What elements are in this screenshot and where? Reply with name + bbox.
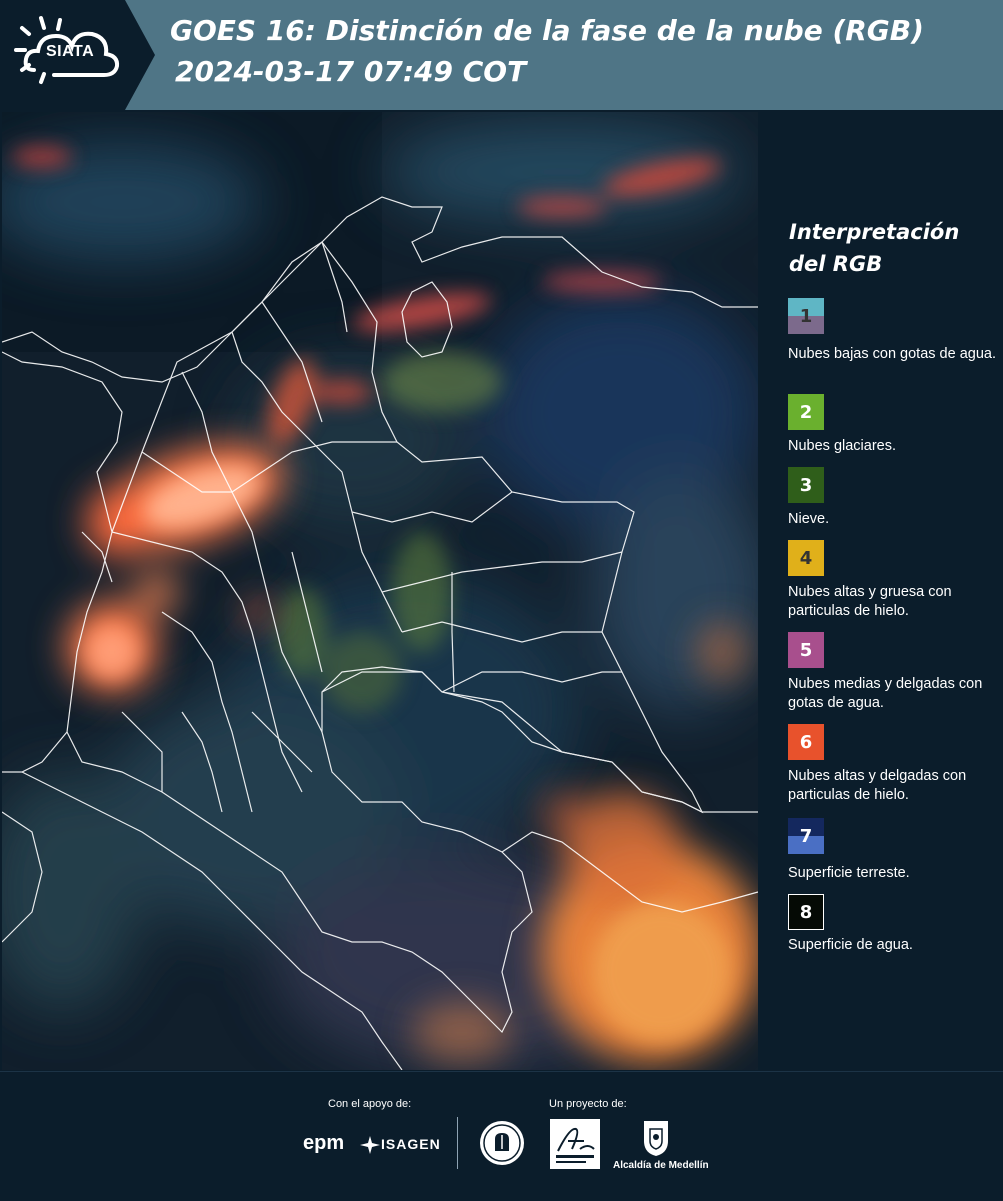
legend-swatch-3: 3 xyxy=(788,467,824,503)
legend-title-line1: Interpretación xyxy=(789,220,960,244)
alcaldia-shield-icon xyxy=(644,1121,668,1156)
legend-number-5: 5 xyxy=(799,639,813,661)
legend-label-5: Nubes medias y delgadas con gotas de agu… xyxy=(788,676,983,711)
legend-number-3: 3 xyxy=(799,474,813,496)
legend-number-4: 4 xyxy=(799,547,813,569)
legend-swatch-6: 6 xyxy=(788,724,824,760)
seal-icon xyxy=(480,1121,524,1165)
header-arrow-shape xyxy=(125,0,155,110)
support-label: Con el apoyo de: xyxy=(328,1098,412,1110)
legend-number-6: 6 xyxy=(799,731,813,753)
legend-label-1: Nubes bajas con gotas de agua. xyxy=(788,346,996,362)
legend-swatch-2: 2 xyxy=(788,394,824,430)
legend-label-8: Superficie de agua. xyxy=(788,937,913,953)
legend-title: Interpretación del RGB xyxy=(789,216,989,280)
isagen-logo: ISAGEN xyxy=(381,1136,441,1152)
page-title: GOES 16: Distinción de la fase de la nub… xyxy=(170,14,924,47)
siata-logo-text: SIATA xyxy=(46,43,95,60)
legend-title-line2: del RGB xyxy=(789,252,883,276)
legend-label-7: Superficie terreste. xyxy=(788,865,910,881)
legend-swatch-4: 4 xyxy=(788,540,824,576)
legend-number-1: 1 xyxy=(799,305,813,327)
satellite-image xyxy=(2,112,758,1070)
legend-label-6: Nubes altas y delgadas con particulas de… xyxy=(788,768,967,803)
legend-swatch-1: 1 xyxy=(788,298,824,334)
legend-swatch-8: 8 xyxy=(788,894,824,930)
epm-logo: epm xyxy=(303,1132,345,1154)
isagen-star-icon xyxy=(360,1136,380,1154)
legend-number-8: 8 xyxy=(799,901,813,923)
legend-number-7: 7 xyxy=(799,825,813,847)
alcaldia-label: Alcaldía de Medellín xyxy=(613,1160,709,1171)
legend-swatch-5: 5 xyxy=(788,632,824,668)
project-label: Un proyecto de: xyxy=(549,1098,627,1110)
footer-divider xyxy=(457,1117,458,1169)
header-bar: SIATA GOES 16: Distinción de la fase de … xyxy=(0,0,1003,110)
area-metropolitana-logo xyxy=(550,1119,600,1169)
legend-label-2: Nubes glaciares. xyxy=(788,438,896,454)
satellite-map xyxy=(2,112,758,1070)
footer: Con el apoyo de: Un proyecto de: epm ISA… xyxy=(0,1071,1003,1201)
legend-label-3: Nieve. xyxy=(788,511,830,527)
siata-logo-box: SIATA xyxy=(0,0,125,110)
legend-label-4: Nubes altas y gruesa con particulas de h… xyxy=(788,584,952,619)
legend-number-2: 2 xyxy=(799,401,813,423)
page-timestamp: 2024-03-17 07:49 COT xyxy=(175,55,527,88)
legend-swatch-7: 7 xyxy=(788,818,824,854)
